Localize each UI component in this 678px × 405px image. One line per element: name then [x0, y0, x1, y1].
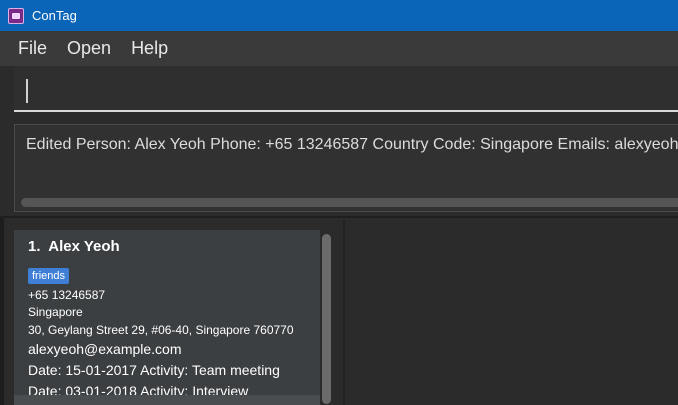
person-phone: +65 13246587: [28, 288, 106, 302]
details-panel: [345, 220, 678, 405]
person-list-panel: 1. Alex Yeoh friends +65 13246587 Singap…: [4, 220, 340, 405]
title-bar: ConTag: [0, 0, 678, 31]
window-title: ConTag: [32, 8, 77, 23]
person-address: 30, Geylang Street 29, #06-40, Singapore…: [28, 323, 294, 337]
person-country: Singapore: [28, 305, 83, 319]
person-email: alexyeoh@example.com: [28, 341, 182, 357]
menu-help[interactable]: Help: [121, 38, 178, 59]
app-logo-icon: [8, 7, 24, 24]
person-name: 1. Alex Yeoh: [28, 238, 120, 255]
person-index: 1.: [28, 238, 41, 255]
command-area: [0, 66, 678, 118]
next-card-edge: [14, 395, 320, 405]
person-card[interactable]: 1. Alex Yeoh friends +65 13246587 Singap…: [14, 230, 320, 405]
person-activity: Date: 15-01-2017 Activity: Team meeting: [28, 362, 280, 378]
menu-bar: File Open Help: [0, 31, 678, 66]
list-vertical-scrollbar[interactable]: [322, 234, 331, 404]
menu-open[interactable]: Open: [57, 38, 121, 59]
result-display: Edited Person: Alex Yeoh Phone: +65 1324…: [14, 124, 678, 212]
command-input[interactable]: [14, 66, 678, 112]
tag-badge: friends: [28, 268, 70, 284]
person-name-text: Alex Yeoh: [48, 238, 120, 255]
result-message: Edited Person: Alex Yeoh Phone: +65 1324…: [26, 136, 678, 153]
menu-file[interactable]: File: [8, 38, 57, 59]
panel-divider: [0, 216, 678, 218]
app-window: ConTag File Open Help Edited Person: Ale…: [0, 0, 678, 405]
result-horizontal-scrollbar[interactable]: [21, 198, 678, 207]
text-caret: [26, 79, 28, 103]
